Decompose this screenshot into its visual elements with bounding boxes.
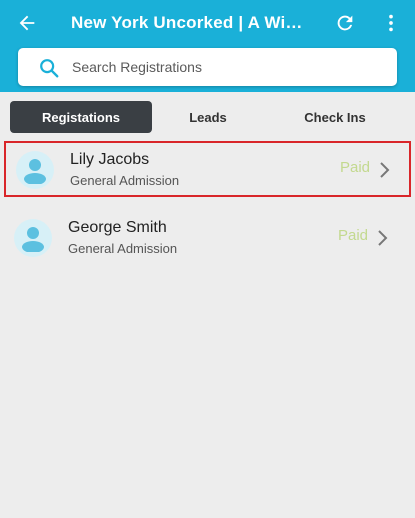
registrant-name: George Smith bbox=[68, 219, 167, 236]
payment-status: Paid bbox=[340, 159, 371, 176]
tab-bar: Registations Leads Check Ins bbox=[10, 101, 406, 133]
search-icon bbox=[40, 59, 59, 78]
list-item[interactable]: George Smith General Admission Paid bbox=[4, 211, 411, 267]
avatar bbox=[16, 151, 54, 189]
ticket-type: General Admission bbox=[70, 173, 180, 188]
list-item[interactable]: Lily Jacobs General Admission Paid bbox=[4, 141, 411, 197]
payment-status: Paid bbox=[338, 227, 369, 244]
refresh-icon bbox=[337, 15, 353, 31]
chevron-right-icon bbox=[378, 230, 388, 246]
chevron-right-icon bbox=[380, 162, 390, 178]
tab-check-ins[interactable]: Check Ins bbox=[264, 101, 406, 133]
avatar bbox=[14, 219, 52, 257]
search-input[interactable] bbox=[72, 48, 382, 86]
registrant-name: Lily Jacobs bbox=[70, 151, 150, 168]
refresh-button[interactable] bbox=[328, 8, 362, 38]
tab-registrations[interactable]: Registations bbox=[10, 101, 152, 133]
page-title: New York Uncorked | A Wine Tasting Event bbox=[71, 13, 311, 32]
ticket-type: General Admission bbox=[68, 241, 178, 256]
search-bar[interactable] bbox=[18, 48, 397, 86]
more-vertical-icon bbox=[389, 14, 393, 32]
more-options-button[interactable] bbox=[376, 8, 406, 38]
back-button[interactable] bbox=[10, 8, 44, 38]
person-icon bbox=[22, 227, 44, 252]
arrow-left-icon bbox=[19, 15, 35, 31]
app-bar: New York Uncorked | A Wine Tasting Event bbox=[0, 0, 415, 92]
person-icon bbox=[24, 159, 46, 184]
tab-leads[interactable]: Leads bbox=[152, 101, 264, 133]
